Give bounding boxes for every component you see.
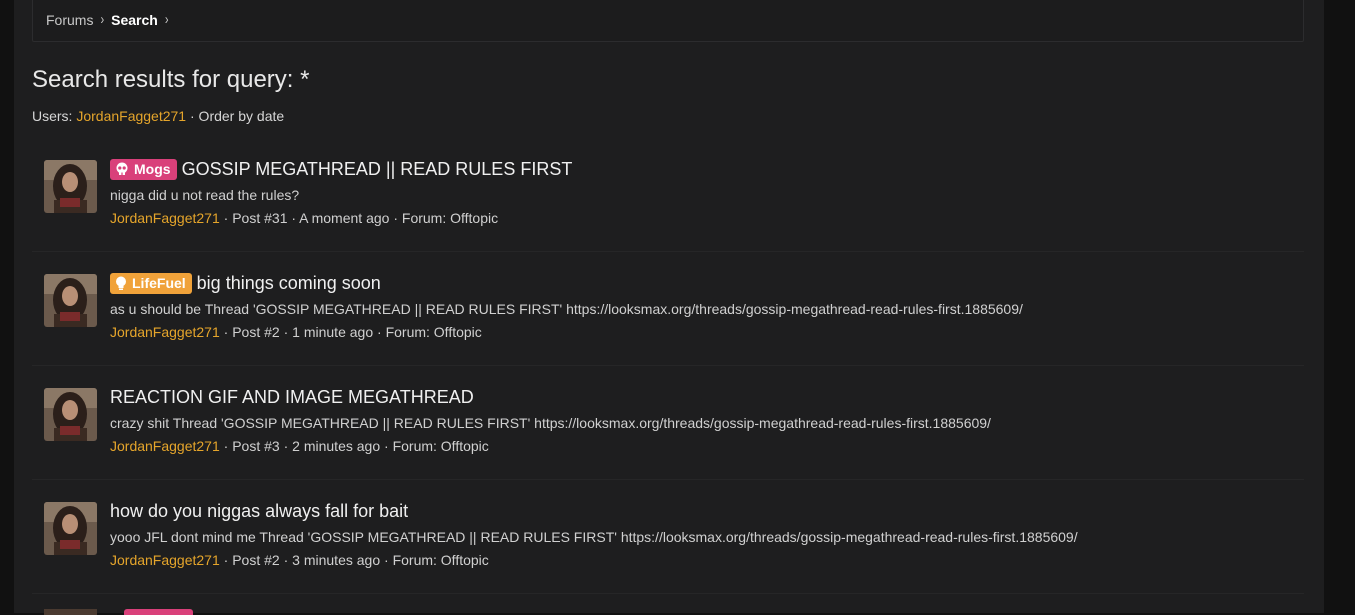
forum-label: Forum: Offtopic xyxy=(392,552,489,568)
forum-label: Forum: Offtopic xyxy=(401,210,499,226)
post-number: Post #31 xyxy=(232,210,288,226)
result-title-link[interactable]: how do you niggas always fall for bait xyxy=(110,501,408,522)
post-time: A moment ago xyxy=(299,210,390,226)
users-label: Users: xyxy=(32,108,77,124)
result-meta: JordanFagget271 · Post #3 · 2 minutes ag… xyxy=(110,438,489,454)
avatar[interactable] xyxy=(44,160,97,213)
avatar[interactable] xyxy=(44,274,97,327)
post-time: 3 minutes ago xyxy=(292,552,381,568)
post-time: 2 minutes ago xyxy=(292,438,381,454)
breadcrumb-search[interactable]: Search xyxy=(111,12,158,28)
result-meta: JordanFagget271 · Post #31 · A moment ag… xyxy=(110,210,499,226)
skull-icon xyxy=(116,162,128,175)
avatar[interactable] xyxy=(44,609,97,615)
result-snippet: nigga did u not read the rules? xyxy=(110,187,300,203)
badge-label: Mogs xyxy=(134,161,171,177)
page-container: Forums › Search › Search results for que… xyxy=(14,0,1324,615)
order-label: · Order by date xyxy=(186,108,285,124)
result-title-link[interactable]: GOSSIP MEGATHREAD || READ RULES FIRST xyxy=(182,159,573,180)
author-link[interactable]: JordanFagget271 xyxy=(110,210,220,226)
list-item: Mogs GOSSIP MEGATHREAD || READ RULES FIR… xyxy=(32,138,1304,252)
forum-label: Forum: Offtopic xyxy=(392,438,489,454)
badge-label: LifeFuel xyxy=(132,275,186,291)
list-item: REACTION GIF AND IMAGE MEGATHREAD crazy … xyxy=(32,366,1304,480)
filter-user-link[interactable]: JordanFagget271 xyxy=(76,108,186,124)
list-item: how do you niggas always fall for bait y… xyxy=(32,480,1304,594)
breadcrumb-forums[interactable]: Forums xyxy=(46,12,93,28)
lightbulb-icon xyxy=(116,276,126,290)
author-link[interactable]: JordanFagget271 xyxy=(110,552,220,568)
list-item: LifeFuel big things coming soon as u sho… xyxy=(32,252,1304,366)
avatar[interactable] xyxy=(44,502,97,555)
result-snippet: yooo JFL dont mind me Thread 'GOSSIP MEG… xyxy=(110,529,1078,545)
results-list: Mogs GOSSIP MEGATHREAD || READ RULES FIR… xyxy=(32,138,1304,594)
post-number: Post #3 xyxy=(232,438,280,454)
result-body: REACTION GIF AND IMAGE MEGATHREAD crazy … xyxy=(110,386,1294,455)
author-link[interactable]: JordanFagget271 xyxy=(110,438,220,454)
post-number: Post #2 xyxy=(232,324,280,340)
post-time: 1 minute ago xyxy=(292,324,374,340)
chevron-right-icon: › xyxy=(100,12,105,28)
result-meta: JordanFagget271 · Post #2 · 1 minute ago… xyxy=(110,324,482,340)
author-link[interactable]: JordanFagget271 xyxy=(110,324,220,340)
result-title-link[interactable]: big things coming soon xyxy=(197,273,381,294)
result-snippet: as u should be Thread 'GOSSIP MEGATHREAD… xyxy=(110,301,1023,317)
result-body: LifeFuel big things coming soon as u sho… xyxy=(110,272,1294,340)
forum-label: Forum: Offtopic xyxy=(385,324,482,340)
prefix-badge[interactable]: LifeFuel xyxy=(110,272,192,294)
prefix-badge[interactable] xyxy=(124,609,193,615)
result-body: how do you niggas always fall for bait y… xyxy=(110,500,1294,569)
avatar[interactable] xyxy=(44,388,97,441)
result-title-link[interactable]: REACTION GIF AND IMAGE MEGATHREAD xyxy=(110,387,474,408)
breadcrumb: Forums › Search › xyxy=(32,0,1304,42)
result-meta: JordanFagget271 · Post #2 · 3 minutes ag… xyxy=(110,552,489,568)
result-snippet: crazy shit Thread 'GOSSIP MEGATHREAD || … xyxy=(110,415,991,431)
page-title: Search results for query: * xyxy=(32,66,310,93)
chevron-right-icon: › xyxy=(164,12,169,28)
post-number: Post #2 xyxy=(232,552,280,568)
search-filters: Users: JordanFagget271 · Order by date xyxy=(32,108,284,124)
result-body: Mogs GOSSIP MEGATHREAD || READ RULES FIR… xyxy=(110,158,1294,226)
prefix-badge[interactable]: Mogs xyxy=(110,158,177,180)
